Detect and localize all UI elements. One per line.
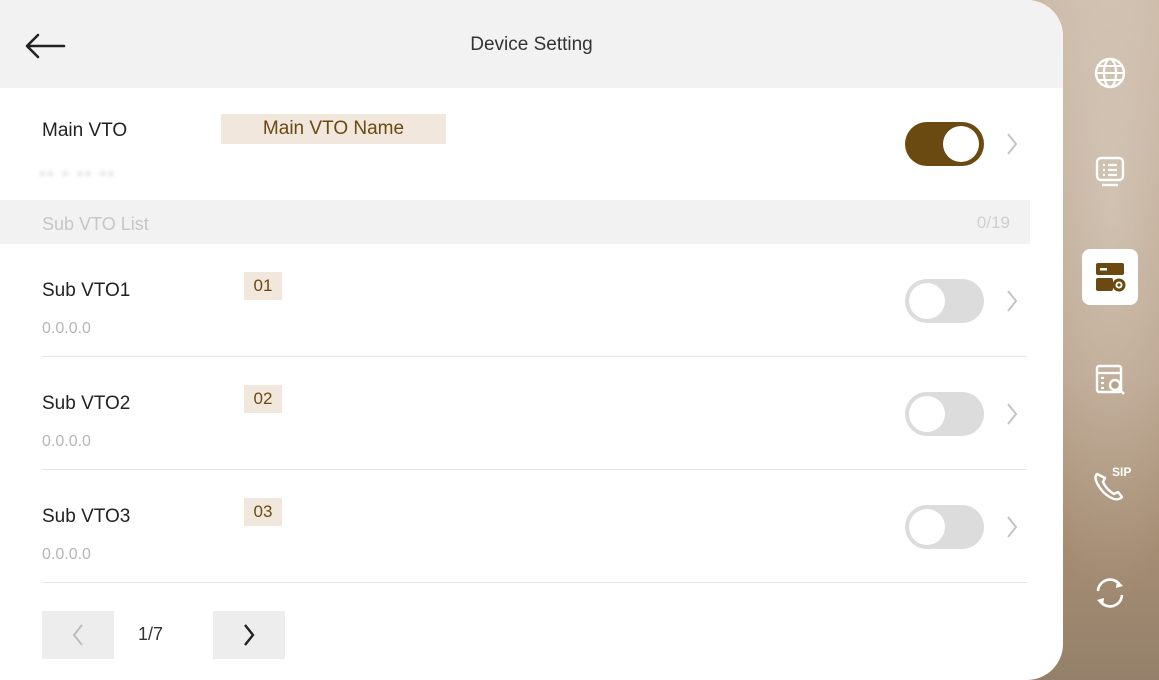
divider (42, 582, 1027, 583)
sub-vto-label: Sub VTO3 (42, 506, 131, 527)
next-page-button[interactable] (213, 611, 285, 659)
main-vto-ip-blurred: ▪▪ ▪ ▪▪ ▪▪ (40, 165, 117, 181)
chevron-right-icon[interactable] (1002, 509, 1022, 545)
sub-vto-toggle[interactable] (905, 392, 984, 436)
list-item[interactable]: Sub VTO3 03 0.0.0.0 (0, 470, 1063, 582)
globe-icon (1094, 57, 1126, 89)
refresh-icon (1096, 578, 1124, 608)
sidebar-item-network[interactable] (1082, 45, 1138, 101)
chevron-right-icon[interactable] (1002, 126, 1022, 162)
sub-vto-label: Sub VTO2 (42, 393, 131, 414)
sub-vto-toggle[interactable] (905, 505, 984, 549)
page-title: Device Setting (470, 34, 593, 55)
page-indicator: 1/7 (138, 624, 164, 644)
list-item[interactable]: Sub VTO1 01 0.0.0.0 (0, 244, 1063, 356)
chevron-right-icon[interactable] (1002, 396, 1022, 432)
sub-vto-ip: 0.0.0.0 (42, 320, 91, 337)
sip-phone-icon: SIP (1094, 465, 1131, 501)
sub-vto-ip: 0.0.0.0 (42, 433, 91, 450)
sub-vto-ip: 0.0.0.0 (42, 546, 91, 563)
sip-label: SIP (1112, 465, 1131, 479)
sub-vto-label: Sub VTO1 (42, 280, 131, 301)
sidebar-item-sip[interactable]: SIP (1082, 456, 1138, 512)
toggle-knob (943, 126, 979, 162)
chevron-left-icon (72, 624, 83, 646)
sub-vto-number-badge: 03 (244, 498, 282, 526)
sidebar-item-refresh[interactable] (1082, 565, 1138, 621)
sub-vto-toggle[interactable] (905, 279, 984, 323)
toggle-knob (909, 283, 945, 319)
sub-vto-list-header: Sub VTO List 0/19 (0, 200, 1030, 244)
sub-vto-list-label: Sub VTO List (42, 214, 149, 234)
list-item[interactable]: Sub VTO2 02 0.0.0.0 (0, 357, 1063, 469)
list-icon (1095, 156, 1125, 187)
toggle-knob (909, 509, 945, 545)
chevron-right-icon[interactable] (1002, 283, 1022, 319)
device-search-icon (1095, 364, 1125, 395)
sub-vto-count: 0/19 (976, 213, 1010, 232)
sidebar-item-device-settings[interactable] (1082, 249, 1138, 305)
main-vto-row[interactable]: Main VTO Main VTO Name ▪▪ ▪ ▪▪ ▪▪ (0, 88, 1063, 200)
main-vto-name-badge: Main VTO Name (221, 114, 446, 144)
sub-vto-number-badge: 02 (244, 385, 282, 413)
content-panel: Device Setting Main VTO Main VTO Name ▪▪… (0, 0, 1063, 680)
sidebar-item-device-search[interactable] (1082, 352, 1138, 408)
toggle-knob (909, 396, 945, 432)
main-vto-toggle[interactable] (905, 122, 984, 166)
device-settings-icon (1096, 263, 1126, 292)
header-bar: Device Setting (0, 0, 1063, 88)
sidebar-item-list[interactable] (1082, 144, 1138, 200)
main-vto-label: Main VTO (42, 120, 128, 141)
previous-page-button[interactable] (42, 611, 114, 659)
chevron-right-icon (244, 624, 255, 646)
sub-vto-number-badge: 01 (244, 272, 282, 300)
